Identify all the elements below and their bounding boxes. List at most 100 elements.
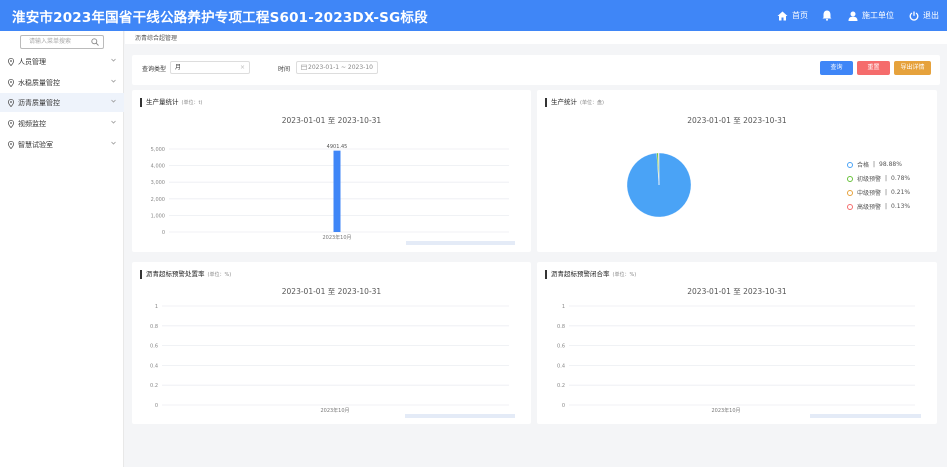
bell-icon [822, 10, 832, 21]
x-tick-label: 2023年10月 [322, 234, 351, 241]
menu-search-placeholder: 请输入菜单搜索 [29, 38, 72, 45]
y-tick-label: 0.2 [557, 383, 565, 389]
sidebar-item-label: 水稳质量管控 [18, 78, 60, 87]
legend-item[interactable]: 初级预警 | 0.78% [847, 174, 910, 183]
legend-marker [847, 189, 853, 196]
y-tick-label: 0 [562, 403, 565, 409]
zoom-slider [810, 414, 921, 418]
export-details-button[interactable]: 导出详情 [894, 61, 931, 75]
sidebar-item-asphalt-quality[interactable]: 沥青质量管控 [0, 93, 124, 112]
user-icon [848, 11, 858, 21]
location-pin-icon [8, 119, 14, 128]
home-link[interactable]: 首页 [777, 0, 808, 31]
home-icon [777, 11, 788, 20]
disposal-rate-panel: 沥青超标预警处置率 (单位：%) 2023-01-01 至 2023-10-31 … [132, 262, 531, 424]
y-tick-label: 0.6 [557, 344, 565, 350]
legend-marker [847, 175, 853, 182]
user-name: 施工单位 [862, 11, 894, 20]
sidebar-item-label: 沥青质量管控 [18, 98, 60, 107]
legend-separator: | [885, 203, 888, 210]
breadcrumb-bar: 沥青综合超管理 [125, 31, 947, 44]
legend-name: 合格 [857, 162, 870, 169]
y-tick-label: 1 [562, 304, 565, 310]
query-button[interactable]: 查询 [820, 61, 853, 75]
sidebar-item-label: 人员管理 [18, 57, 46, 66]
x-tick-label: 2023年10月 [711, 407, 740, 414]
y-tick-label: 0 [162, 230, 165, 236]
legend-name: 中级预警 [857, 190, 882, 197]
y-tick-label: 1 [155, 304, 158, 310]
legend-value: 0.78% [891, 175, 911, 182]
date-range-picker[interactable]: 2023-01-1 ~ 2023-10 [296, 61, 378, 74]
time-label: 时间 [278, 66, 291, 73]
query-type-value: 月 [175, 64, 182, 71]
top-header-bar: 淮安市2023年国省干线公路养护专项工程S601-2023DX-SG标段 首页 … [0, 0, 947, 31]
y-tick-label: 0.8 [557, 324, 565, 330]
legend-value: 98.88% [879, 161, 902, 168]
legend-name: 高级预警 [857, 204, 882, 211]
location-pin-icon [8, 140, 14, 149]
sidebar-item-personnel[interactable]: 人员管理 [0, 52, 124, 71]
location-pin-icon [8, 78, 14, 87]
sidebar-item-label: 智慧试验室 [18, 140, 53, 149]
chevron-down-icon [111, 58, 116, 62]
query-type-label: 查询类型 [142, 66, 167, 73]
legend-item[interactable]: 中级预警 | 0.21% [847, 188, 910, 197]
menu-search-input[interactable]: 请输入菜单搜索 [20, 35, 104, 49]
sidebar-item-smart-lab[interactable]: 智慧试验室 [0, 135, 124, 154]
sidebar-item-video-monitoring[interactable]: 视频监控 [0, 114, 124, 133]
search-icon[interactable] [91, 38, 99, 46]
notification-button[interactable] [822, 0, 832, 31]
home-label: 首页 [792, 11, 808, 20]
chevron-down-icon [111, 79, 116, 83]
y-tick-label: 0 [155, 403, 158, 409]
legend-separator: | [885, 189, 888, 196]
sidebar: 请输入菜单搜索 人员管理 水稳质量管控 沥青质量管控 视频监控 智慧试验室 [0, 31, 124, 467]
bar [333, 150, 341, 232]
close-icon[interactable]: × [240, 62, 245, 73]
legend-value: 0.13% [891, 203, 911, 210]
y-tick-label: 0.4 [150, 363, 158, 369]
warning-stats-panel: 生产统计 (单位：盘) 2023-01-01 至 2023-10-31 [537, 90, 937, 252]
date-range-value: 2023-01-1 ~ 2023-10 [308, 64, 373, 71]
chevron-down-icon [111, 141, 116, 145]
legend-marker [847, 203, 853, 210]
app-title: 淮安市2023年国省干线公路养护专项工程S601-2023DX-SG标段 [12, 10, 428, 26]
closure-rate-panel: 沥青超标预警闭合率 (单位：%) 2023-01-01 至 2023-10-31 … [537, 262, 937, 424]
sidebar-item-label: 视频监控 [18, 119, 46, 128]
logout-label: 退出 [923, 11, 939, 20]
y-tick-label: 1,000 [151, 213, 165, 219]
y-tick-label: 2,000 [151, 197, 165, 203]
location-pin-icon [8, 57, 14, 66]
y-tick-label: 5,000 [151, 147, 165, 153]
y-tick-label: 0.2 [150, 383, 158, 389]
query-type-select[interactable]: 月 × [170, 61, 250, 74]
sidebar-item-cement-quality[interactable]: 水稳质量管控 [0, 73, 124, 92]
warning-pie-chart [626, 152, 692, 218]
breadcrumb[interactable]: 沥青综合超管理 [135, 33, 177, 42]
location-pin-icon [8, 98, 14, 107]
bar-value-label: 4901.45 [327, 144, 348, 150]
legend-item[interactable]: 高级预警 | 0.13% [847, 202, 910, 211]
calendar-icon [301, 64, 307, 70]
reset-button[interactable]: 重置 [857, 61, 890, 75]
legend-separator: | [885, 175, 888, 182]
y-tick-label: 0.6 [150, 344, 158, 350]
zoom-slider [405, 414, 515, 418]
user-menu[interactable]: 施工单位 [848, 0, 894, 31]
y-tick-label: 0.4 [557, 363, 565, 369]
zoom-slider [406, 241, 515, 245]
power-icon [909, 11, 919, 21]
production-stats-panel: 生产量统计 (单位：t) 2023-01-01 至 2023-10-31 0 1,0… [132, 90, 531, 252]
closure-rate-chart: 0 0.2 0.4 0.6 0.8 1 2023年10月 [557, 304, 921, 418]
legend-separator: | [873, 161, 876, 168]
y-tick-label: 3,000 [151, 180, 165, 186]
legend-item[interactable]: 合格 | 98.88% [847, 160, 902, 169]
production-bar-chart: 0 1,000 2,000 3,000 4,000 5,000 2023年10月 4901.4… [151, 144, 515, 245]
legend-marker [847, 161, 853, 168]
chevron-down-icon [111, 99, 116, 103]
logout-button[interactable]: 退出 [909, 0, 939, 31]
disposal-rate-chart: 0 0.2 0.4 0.6 0.8 1 2023年10月 [150, 304, 515, 418]
legend-name: 初级预警 [857, 176, 882, 183]
x-tick-label: 2023年10月 [320, 407, 349, 414]
